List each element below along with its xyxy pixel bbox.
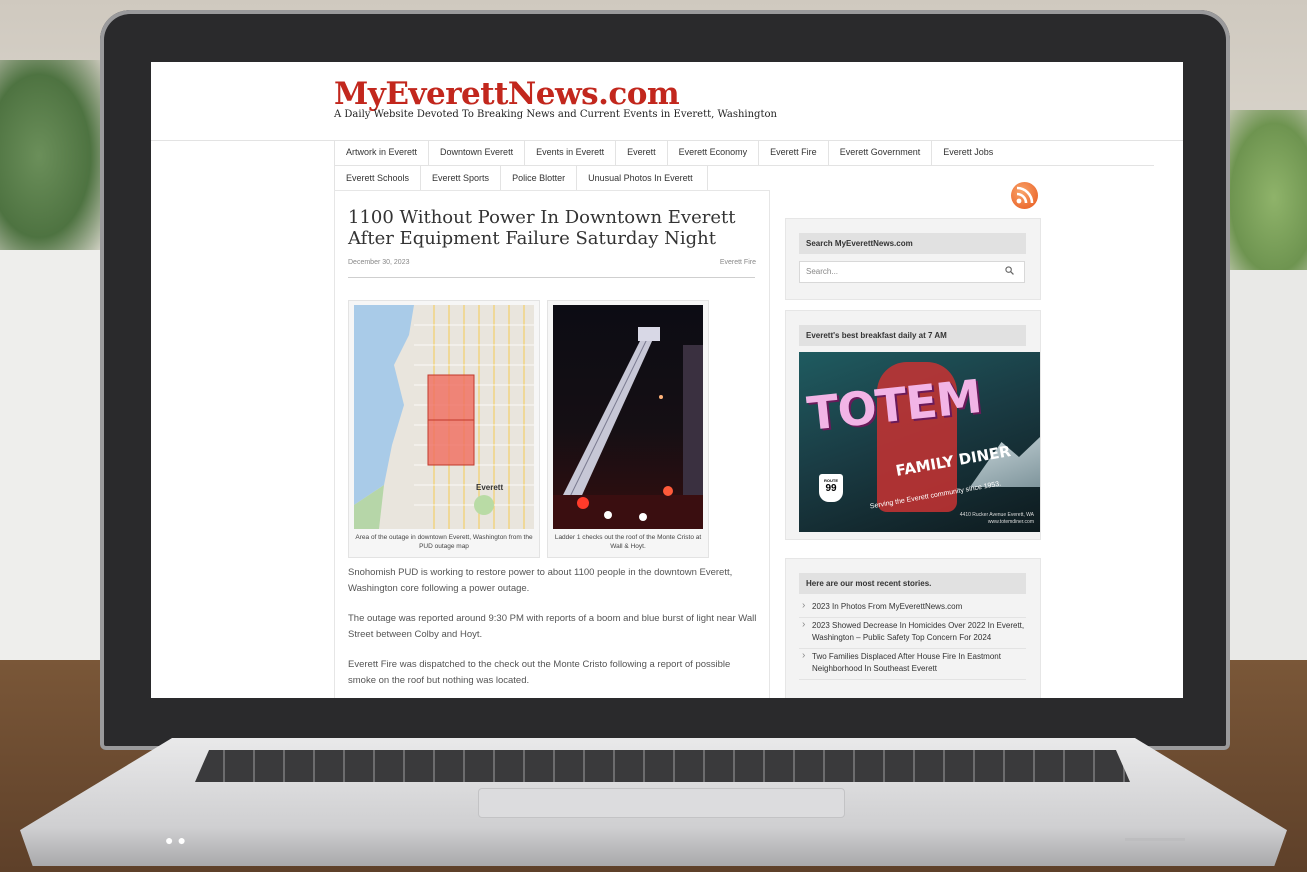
ladder-photo-image[interactable] — [553, 305, 703, 529]
article-title[interactable]: 1100 Without Power In Downtown Everett A… — [348, 207, 748, 249]
nav-row-2: Everett Schools Everett Sports Police Bl… — [334, 166, 708, 192]
figure-outage-map: Everett Area of the outage in downtown E… — [348, 300, 540, 558]
search-placeholder: Search... — [806, 267, 839, 276]
article-date: December 30, 2023 — [348, 259, 410, 266]
recent-story-link[interactable]: 2023 Showed Decrease In Homicides Over 2… — [799, 618, 1026, 649]
search-widget: Search MyEverettNews.com Search... — [785, 218, 1041, 300]
nav-item-everett[interactable]: Everett — [616, 140, 668, 165]
rss-icon-glyph — [1016, 186, 1034, 204]
article-paragraph: Everett Fire was dispatched to the check… — [348, 659, 731, 686]
recent-stories-list: 2023 In Photos From MyEverettNews.com 20… — [799, 599, 1026, 680]
photo-graphic — [553, 327, 703, 529]
figure-caption: Ladder 1 checks out the roof of the Mont… — [554, 534, 702, 550]
article-paragraph: Snohomish PUD is working to restore powe… — [348, 567, 733, 594]
totem-diner-ad[interactable]: TOTEM FAMILY DINER ROUTE 99 Serving the … — [799, 352, 1040, 532]
nav-item-economy[interactable]: Everett Economy — [668, 140, 760, 165]
recent-stories-title: Here are our most recent stories. — [799, 573, 1026, 594]
recent-story-link[interactable]: 2023 In Photos From MyEverettNews.com — [799, 599, 1026, 618]
figure-caption: Area of the outage in downtown Everett, … — [355, 534, 533, 550]
figure-ladder-photo: Ladder 1 checks out the roof of the Mont… — [547, 300, 709, 558]
laptop-trackpad — [478, 788, 845, 818]
nav-item-downtown[interactable]: Downtown Everett — [429, 140, 526, 165]
nav-item-fire[interactable]: Everett Fire — [759, 140, 829, 165]
site-tagline: A Daily Website Devoted To Breaking News… — [334, 109, 777, 120]
map-label-everett: Everett — [476, 483, 504, 492]
recent-stories-widget: Here are our most recent stories. 2023 I… — [785, 558, 1041, 698]
search-input[interactable]: Search... — [799, 261, 1025, 283]
ad-widget: Everett's best breakfast daily at 7 AM T… — [785, 310, 1041, 540]
background-shelf-right — [1217, 270, 1307, 670]
nav-item-jobs[interactable]: Everett Jobs — [932, 140, 1004, 165]
article-category[interactable]: Everett Fire — [720, 259, 756, 266]
laptop-keyboard — [195, 750, 1130, 782]
nav-item-sports[interactable]: Everett Sports — [421, 166, 502, 191]
outage-map-image[interactable]: Everett — [354, 305, 534, 529]
ad-website: www.totemdiner.com — [987, 519, 1034, 525]
search-icon[interactable] — [1005, 266, 1014, 275]
route-shield-label: ROUTE — [824, 478, 838, 483]
nav-item-schools[interactable]: Everett Schools — [335, 166, 422, 191]
rss-icon[interactable] — [1011, 182, 1038, 209]
search-widget-title: Search MyEverettNews.com — [799, 233, 1026, 254]
nav-item-artwork[interactable]: Artwork in Everett — [334, 140, 430, 165]
divider — [348, 277, 755, 278]
ad-widget-title: Everett's best breakfast daily at 7 AM — [799, 325, 1026, 346]
site-title[interactable]: MyEverettNews.com — [334, 76, 680, 112]
recent-story-link[interactable]: Two Families Displaced After House Fire … — [799, 649, 1026, 680]
map-graphic — [354, 305, 534, 529]
nav-row-1: Artwork in Everett Downtown Everett Even… — [334, 140, 1154, 166]
site-header: MyEverettNews.com A Daily Website Devote… — [151, 62, 1183, 141]
nav-item-unusual-photos[interactable]: Unusual Photos In Everett — [577, 166, 704, 191]
article: 1100 Without Power In Downtown Everett A… — [334, 190, 770, 698]
laptop-indicator-lights: ●● — [165, 832, 190, 848]
route-99-shield-icon: ROUTE 99 — [819, 474, 843, 502]
laptop-vent — [1125, 838, 1185, 841]
nav-item-events[interactable]: Events in Everett — [525, 140, 617, 165]
nav-item-government[interactable]: Everett Government — [829, 140, 933, 165]
article-paragraph: The outage was reported around 9:30 PM w… — [348, 613, 757, 640]
laptop-screen: MyEverettNews.com A Daily Website Devote… — [151, 62, 1183, 698]
nav-item-police-blotter[interactable]: Police Blotter — [501, 166, 578, 191]
ad-address-block: 4410 Rucker Avenue Everett, WA www.totem… — [960, 512, 1034, 526]
ad-address: 4410 Rucker Avenue Everett, WA — [959, 512, 1034, 518]
